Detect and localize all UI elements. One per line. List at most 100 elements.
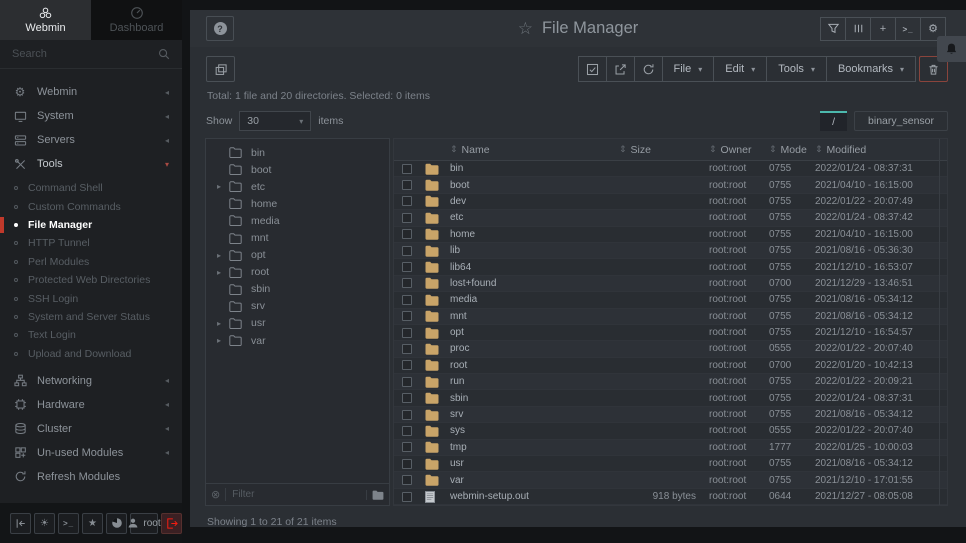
tree-item-etc[interactable]: ▸etc	[206, 178, 389, 195]
table-row[interactable]: optroot:root07552021/12/10 - 16:54:57	[394, 325, 947, 341]
favorite-star-icon[interactable]: ☆	[518, 19, 533, 39]
tree-item-root[interactable]: ▸root	[206, 264, 389, 281]
file-name-link[interactable]: sbin	[450, 393, 619, 404]
row-checkbox[interactable]	[402, 278, 412, 288]
breadcrumb-host[interactable]: binary_sensor	[854, 111, 948, 131]
table-row[interactable]: tmproot:root17772022/01/25 - 10:00:03	[394, 440, 947, 456]
row-checkbox[interactable]	[402, 164, 412, 174]
sidebar-item-un-used-modules[interactable]: Un-used Modules◂	[0, 441, 182, 465]
file-name-link[interactable]: lib64	[450, 262, 619, 273]
tree-item-mnt[interactable]: mnt	[206, 229, 389, 246]
sidebar-item-cluster[interactable]: Cluster◂	[0, 417, 182, 441]
select-all-button[interactable]	[578, 56, 607, 82]
table-row[interactable]: etcroot:root07552022/01/24 - 08:37:42	[394, 210, 947, 226]
tree-item-bin[interactable]: bin	[206, 144, 389, 161]
row-checkbox[interactable]	[402, 393, 412, 403]
tree-item-var[interactable]: ▸var	[206, 332, 389, 349]
column-header-size[interactable]: ⇕Size	[619, 144, 709, 156]
table-row[interactable]: procroot:root05552022/01/22 - 20:07:40	[394, 341, 947, 357]
breadcrumb-root[interactable]: /	[820, 111, 847, 131]
file-name-link[interactable]: webmin-setup.out	[450, 491, 619, 502]
theme-toggle-button[interactable]: ☀	[34, 513, 55, 534]
column-header-name[interactable]: ⇕Name	[450, 144, 619, 156]
row-checkbox[interactable]	[402, 229, 412, 239]
sidebar-item-hardware[interactable]: Hardware◂	[0, 393, 182, 417]
tools-menu-button[interactable]: Tools▾	[766, 56, 827, 82]
filter-clear-icon[interactable]: ⊗	[211, 488, 226, 501]
columns-button[interactable]	[845, 17, 871, 41]
expand-arrow-icon[interactable]: ▸	[217, 319, 229, 328]
table-row[interactable]: binroot:root07552022/01/24 - 08:37:31	[394, 161, 947, 177]
refresh-button[interactable]	[634, 56, 663, 82]
file-name-link[interactable]: bin	[450, 163, 619, 174]
file-name-link[interactable]: proc	[450, 343, 619, 354]
collapse-sidebar-button[interactable]	[10, 513, 31, 534]
row-checkbox[interactable]	[402, 196, 412, 206]
row-checkbox[interactable]	[402, 426, 412, 436]
column-header-mode[interactable]: ⇕Mode	[769, 144, 815, 156]
tree-filter-input[interactable]	[226, 489, 366, 500]
sidebar-item-command-shell[interactable]: Command Shell	[0, 179, 182, 197]
tab-webmin[interactable]: Webmin	[0, 0, 91, 40]
expand-arrow-icon[interactable]: ▸	[217, 336, 229, 345]
expand-arrow-icon[interactable]: ▸	[217, 182, 229, 191]
file-name-link[interactable]: lib	[450, 245, 619, 256]
sidebar-item-tools[interactable]: Tools▾	[0, 152, 182, 176]
sidebar-item-protected-web-directories[interactable]: Protected Web Directories	[0, 271, 182, 289]
table-row[interactable]: devroot:root07552022/01/22 - 20:07:49	[394, 194, 947, 210]
user-button[interactable]: root	[130, 513, 158, 534]
favorites-button[interactable]: ★	[82, 513, 103, 534]
file-name-link[interactable]: opt	[450, 327, 619, 338]
sidebar-item-networking[interactable]: Networking◂	[0, 369, 182, 393]
row-checkbox[interactable]	[402, 246, 412, 256]
file-name-link[interactable]: dev	[450, 196, 619, 207]
file-name-link[interactable]: usr	[450, 458, 619, 469]
table-row[interactable]: srvroot:root07552021/08/16 - 05:34:12	[394, 407, 947, 423]
tree-item-srv[interactable]: srv	[206, 298, 389, 315]
row-checkbox[interactable]	[402, 442, 412, 452]
page-size-select[interactable]: 30 ▾	[239, 111, 311, 131]
sidebar-item-http-tunnel[interactable]: HTTP Tunnel	[0, 234, 182, 252]
table-row[interactable]: mntroot:root07552021/08/16 - 05:34:12	[394, 309, 947, 325]
table-row[interactable]: libroot:root07552021/08/16 - 05:36:30	[394, 243, 947, 259]
bookmarks-menu-button[interactable]: Bookmarks▾	[826, 56, 916, 82]
table-row[interactable]: varroot:root07552021/12/10 - 17:01:55	[394, 472, 947, 488]
sidebar-item-text-login[interactable]: Text Login	[0, 326, 182, 344]
sidebar-item-system[interactable]: System◂	[0, 104, 182, 128]
usage-stats-button[interactable]	[106, 513, 127, 534]
tree-item-home[interactable]: home	[206, 195, 389, 212]
tree-item-media[interactable]: media	[206, 212, 389, 229]
table-row[interactable]: runroot:root07552022/01/22 - 20:09:21	[394, 374, 947, 390]
file-name-link[interactable]: lost+found	[450, 278, 619, 289]
terminal-button[interactable]: >_	[895, 17, 921, 41]
file-name-link[interactable]: tmp	[450, 442, 619, 453]
row-checkbox[interactable]	[402, 180, 412, 190]
file-name-link[interactable]: var	[450, 475, 619, 486]
table-row[interactable]: rootroot:root07002022/01/20 - 10:42:13	[394, 358, 947, 374]
sidebar-item-upload-and-download[interactable]: Upload and Download	[0, 345, 182, 363]
sidebar-item-servers[interactable]: Servers◂	[0, 128, 182, 152]
row-checkbox[interactable]	[402, 295, 412, 305]
share-button[interactable]	[606, 56, 635, 82]
logout-button[interactable]	[161, 513, 182, 534]
edit-menu-button[interactable]: Edit▾	[713, 56, 767, 82]
file-name-link[interactable]: srv	[450, 409, 619, 420]
row-checkbox[interactable]	[402, 328, 412, 338]
file-name-link[interactable]: media	[450, 294, 619, 305]
table-row[interactable]: lib64root:root07552021/12/10 - 16:53:07	[394, 259, 947, 275]
row-checkbox[interactable]	[402, 410, 412, 420]
tree-item-usr[interactable]: ▸usr	[206, 315, 389, 332]
sidebar-item-ssh-login[interactable]: SSH Login	[0, 289, 182, 307]
row-checkbox[interactable]	[402, 475, 412, 485]
file-name-link[interactable]: mnt	[450, 311, 619, 322]
row-checkbox[interactable]	[402, 492, 412, 502]
table-row[interactable]: sysroot:root05552022/01/22 - 20:07:40	[394, 423, 947, 439]
file-name-link[interactable]: root	[450, 360, 619, 371]
search-input[interactable]	[12, 48, 158, 60]
row-checkbox[interactable]	[402, 360, 412, 370]
expand-arrow-icon[interactable]: ▸	[217, 268, 229, 277]
help-button[interactable]: ?	[206, 16, 234, 41]
sidebar-item-system-and-server-status[interactable]: System and Server Status	[0, 308, 182, 326]
column-header-owner[interactable]: ⇕Owner	[709, 144, 769, 156]
file-name-link[interactable]: etc	[450, 212, 619, 223]
